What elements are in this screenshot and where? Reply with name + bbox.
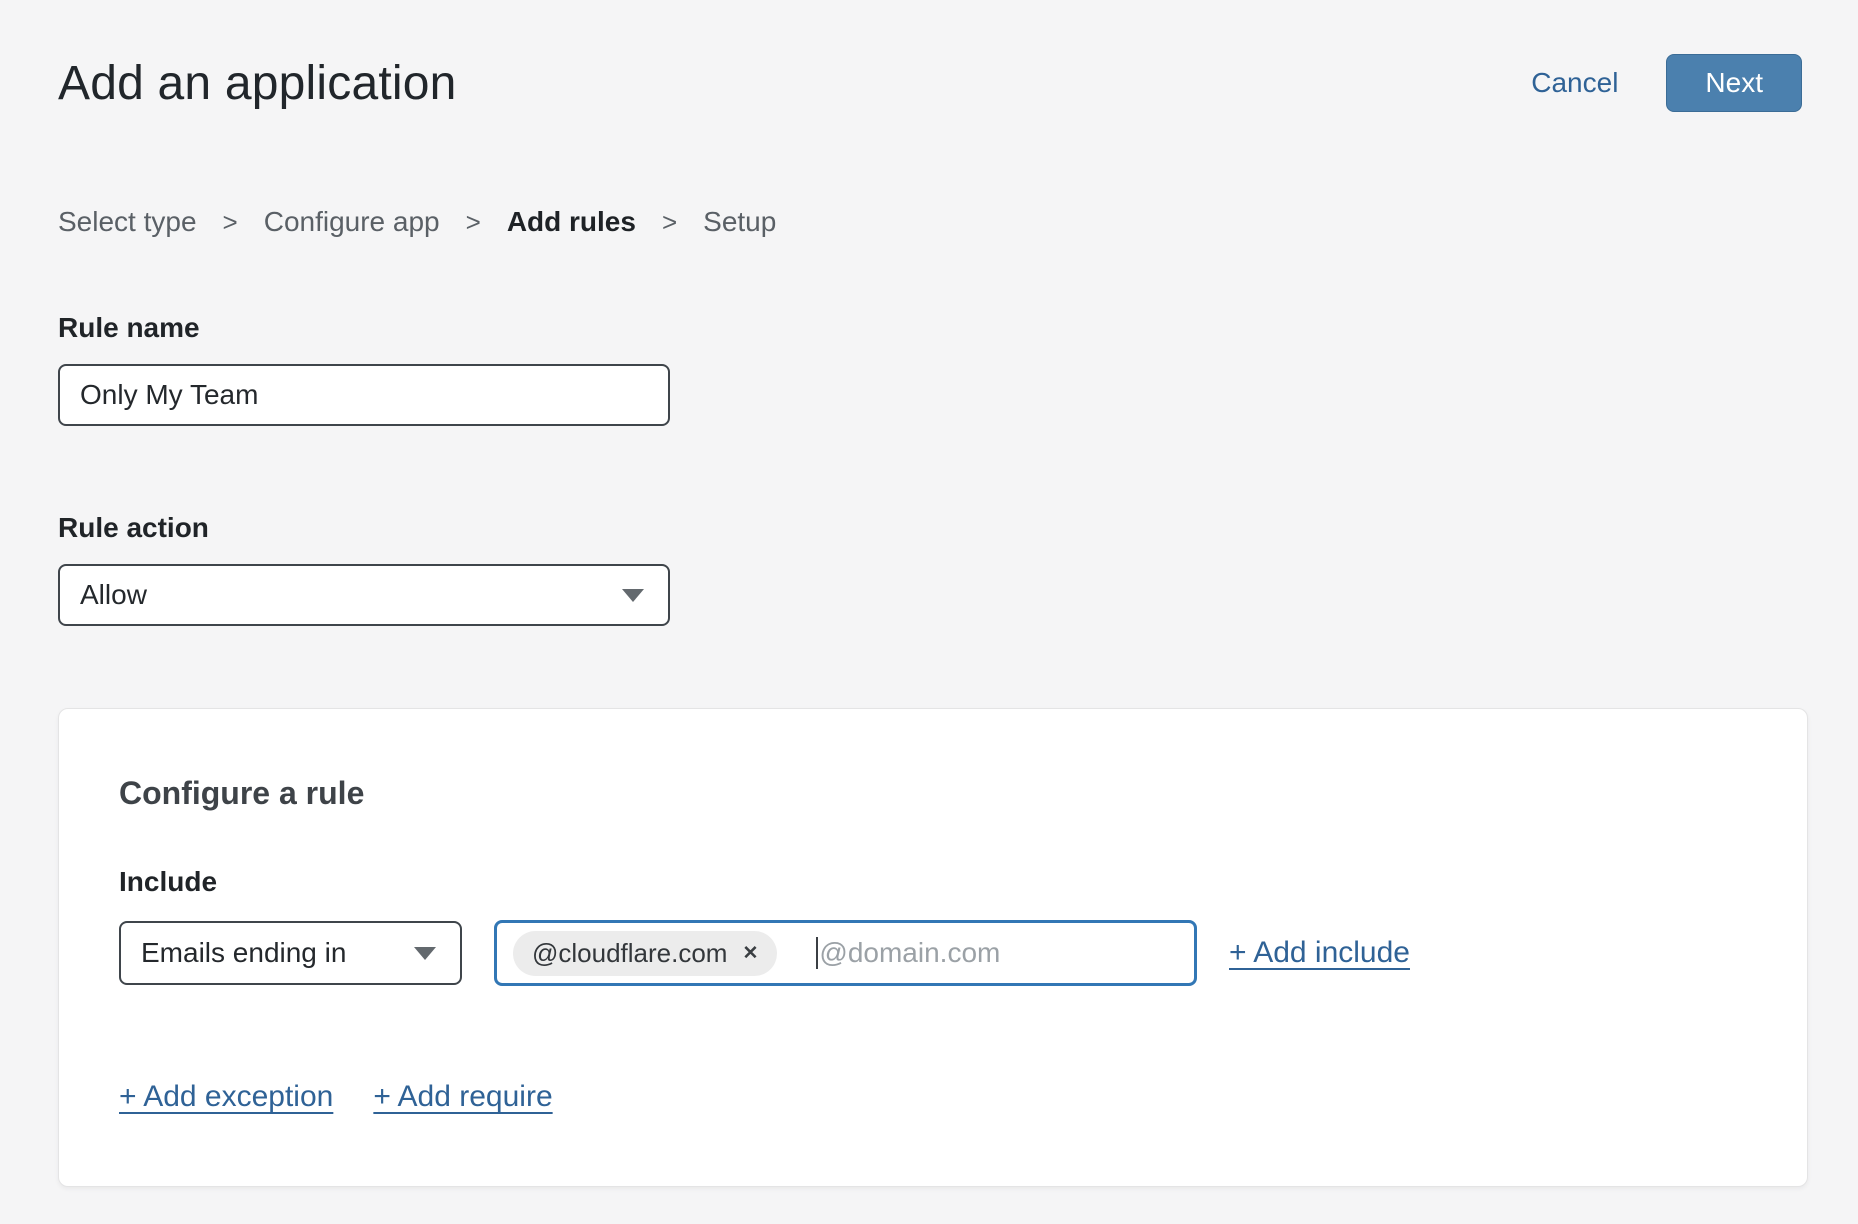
chevron-down-icon xyxy=(414,947,436,960)
breadcrumb: Select type > Configure app > Add rules … xyxy=(58,206,1802,238)
rule-name-section: Rule name xyxy=(58,312,1802,426)
rule-action-label: Rule action xyxy=(58,512,1802,544)
breadcrumb-step-configure-app[interactable]: Configure app xyxy=(264,206,440,238)
cancel-button[interactable]: Cancel xyxy=(1531,67,1618,99)
breadcrumb-separator: > xyxy=(223,207,238,238)
add-exception-link[interactable]: + Add exception xyxy=(119,1080,333,1114)
text-cursor xyxy=(816,937,818,969)
add-include-link[interactable]: + Add include xyxy=(1229,936,1410,970)
include-label: Include xyxy=(119,866,1747,898)
rule-name-label: Rule name xyxy=(58,312,1802,344)
rule-name-input[interactable] xyxy=(58,364,670,426)
include-selector-value: Emails ending in xyxy=(141,937,346,969)
email-input-placeholder: @domain.com xyxy=(819,937,1000,969)
rule-action-section: Rule action Allow xyxy=(58,512,1802,626)
email-tag: @cloudflare.com ✕ xyxy=(513,931,777,976)
email-domain-input[interactable]: @cloudflare.com ✕ @domain.com xyxy=(494,920,1197,986)
rule-extra-links: + Add exception + Add require xyxy=(119,1080,1747,1114)
rule-action-select[interactable]: Allow xyxy=(58,564,670,626)
include-selector[interactable]: Emails ending in xyxy=(119,921,462,985)
breadcrumb-separator: > xyxy=(466,207,481,238)
breadcrumb-step-add-rules: Add rules xyxy=(507,206,636,238)
breadcrumb-step-select-type[interactable]: Select type xyxy=(58,206,197,238)
include-rule-row: Emails ending in @cloudflare.com ✕ @doma… xyxy=(119,920,1747,986)
breadcrumb-step-setup[interactable]: Setup xyxy=(703,206,776,238)
configure-rule-card: Configure a rule Include Emails ending i… xyxy=(58,708,1808,1187)
page-title: Add an application xyxy=(58,56,457,111)
configure-rule-title: Configure a rule xyxy=(119,775,1747,812)
rule-action-value: Allow xyxy=(80,579,147,611)
page-header: Add an application Cancel Next xyxy=(58,54,1802,112)
next-button[interactable]: Next xyxy=(1666,54,1802,112)
chevron-down-icon xyxy=(622,589,644,602)
page-container: Add an application Cancel Next Select ty… xyxy=(0,0,1858,1187)
remove-tag-icon[interactable]: ✕ xyxy=(742,942,758,965)
add-require-link[interactable]: + Add require xyxy=(373,1080,552,1114)
breadcrumb-separator: > xyxy=(662,207,677,238)
header-actions: Cancel Next xyxy=(1531,54,1802,112)
email-tag-label: @cloudflare.com xyxy=(532,938,727,969)
